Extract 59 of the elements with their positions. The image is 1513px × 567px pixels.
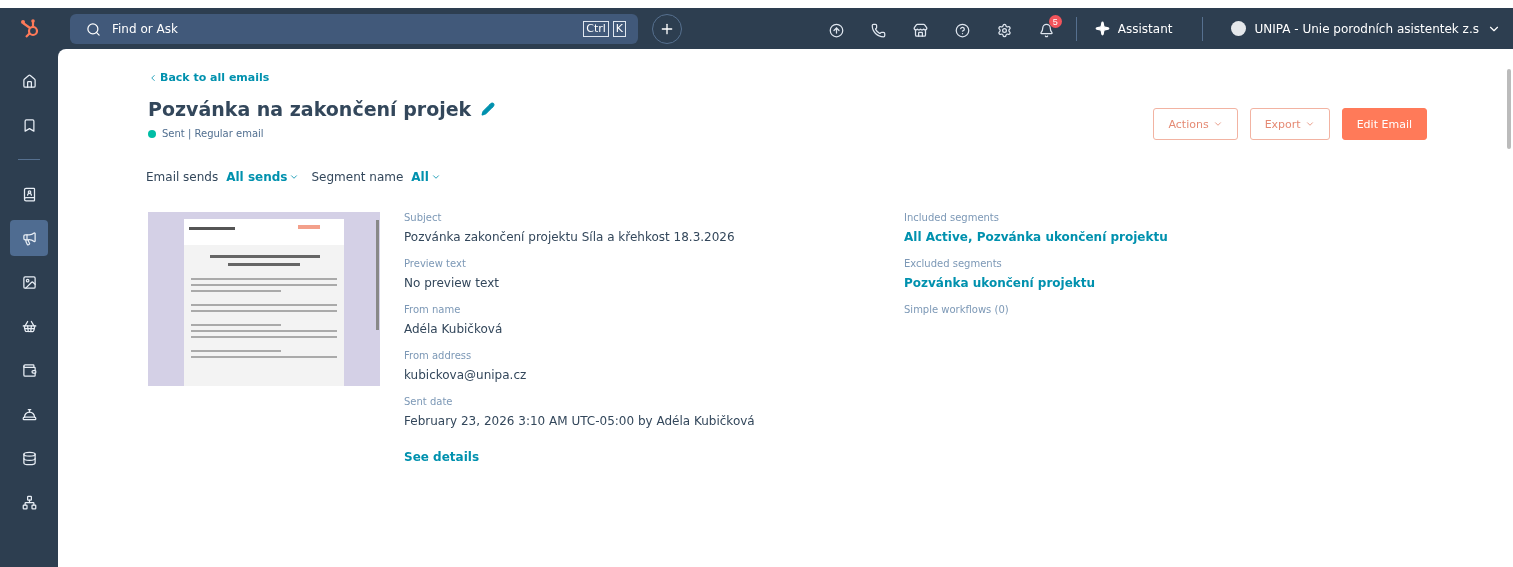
filter-label: Email sends xyxy=(146,170,219,184)
caret-icon xyxy=(430,172,441,182)
caret-icon xyxy=(1304,119,1315,129)
network-icon xyxy=(21,494,37,510)
field-value: Adéla Kubičková xyxy=(404,322,504,336)
contact-book-icon xyxy=(21,186,37,202)
notification-icon-button[interactable]: 5 xyxy=(1033,15,1062,42)
field-label: From name xyxy=(404,304,462,315)
see-details-link[interactable]: See details xyxy=(404,450,904,464)
database-icon xyxy=(21,450,37,466)
phone-icon xyxy=(870,23,886,38)
pencil-icon xyxy=(481,102,496,116)
segment-link[interactable]: Pozvánka ukončení projektu xyxy=(904,276,1168,290)
field-label: Simple workflows (0) xyxy=(904,304,1010,315)
filter-dropdown[interactable]: All sends xyxy=(226,170,304,184)
email-preview-drawing[interactable] xyxy=(148,212,380,386)
wallet-icon xyxy=(21,362,37,378)
basket-icon xyxy=(21,318,37,334)
edit-email-button[interactable]: Edit Email xyxy=(1341,108,1427,140)
field-label: Sent date xyxy=(404,396,454,407)
chevron-left-icon xyxy=(148,72,158,83)
assistant-button[interactable]: Assistant xyxy=(1090,21,1189,36)
account-menu[interactable]: UNIPA - Unie porodních asistentek z.s xyxy=(1217,21,1501,36)
field-label: Subject xyxy=(404,212,443,223)
dropdown-button[interactable]: Export xyxy=(1249,108,1330,140)
back-link[interactable]: Back to all emails xyxy=(148,71,1427,84)
filter-dropdown[interactable]: All xyxy=(411,170,445,184)
filter-label: Segment name xyxy=(311,170,404,184)
edit-title-button[interactable] xyxy=(481,102,496,116)
field-label: Included segments xyxy=(904,212,1000,223)
field-value: Pozvánka zakončení projektu Síla a křehkost 18.3.2026 xyxy=(404,230,736,244)
image-icon xyxy=(21,274,37,290)
help-icon xyxy=(954,23,970,38)
search-icon xyxy=(86,21,101,37)
upload-icon xyxy=(828,23,844,38)
field-value: kubickova@unipa.cz xyxy=(404,368,528,382)
avatar-icon xyxy=(1231,21,1247,36)
shortcut-key: K xyxy=(612,20,626,37)
sparkle-icon xyxy=(1094,21,1110,36)
segment-link[interactable]: All Active, Pozvánka ukončení projektu xyxy=(904,230,1168,244)
status-text: Sent | Regular email xyxy=(162,128,264,139)
notification-icon xyxy=(1038,23,1054,38)
bookmark-icon xyxy=(21,117,37,133)
notification-badge: 5 xyxy=(1048,15,1062,28)
home-icon xyxy=(21,73,37,89)
field-value: February 23, 2026 3:10 AM UTC-05:00 by Adéla Kubičková xyxy=(404,414,756,428)
caret-icon xyxy=(289,172,300,182)
field-value: No preview text xyxy=(404,276,500,290)
dropdown-button[interactable]: Actions xyxy=(1153,108,1238,140)
megaphone-icon xyxy=(21,230,37,246)
settings-icon xyxy=(996,23,1012,38)
email-title: Pozvánka na zakončení projek xyxy=(148,98,472,120)
bell-icon xyxy=(21,406,37,422)
field-label: From address xyxy=(404,350,473,361)
shortcut-key: Ctrl xyxy=(583,20,609,37)
field-label: Preview text xyxy=(404,258,467,269)
field-label: Excluded segments xyxy=(904,258,1003,269)
store-icon xyxy=(912,23,928,38)
caret-icon xyxy=(1212,119,1223,129)
